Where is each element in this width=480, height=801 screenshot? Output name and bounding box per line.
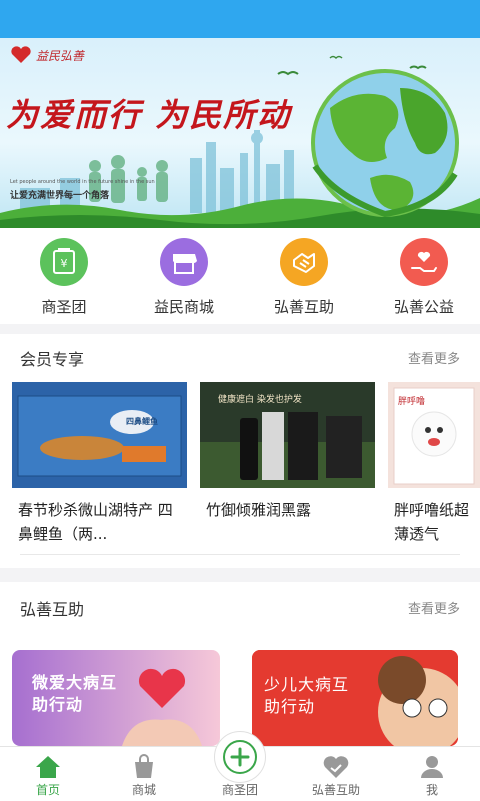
product-card[interactable]: 四鼻鲤鱼 春节秒杀微山湖特产 四鼻鲤鱼（两... xyxy=(12,382,187,546)
category-yimin-mall[interactable]: 益民商城 xyxy=(120,228,240,324)
divider xyxy=(20,554,460,555)
category-label: 弘善互助 xyxy=(273,298,334,316)
tab-hongshan-mutual[interactable]: 弘善互助 xyxy=(288,747,384,801)
mutual-card-children[interactable]: 少儿大病互助行动 xyxy=(252,650,458,746)
mutual-card-text: 少儿大病互助行动 xyxy=(264,675,350,716)
banner-subtitle-en: Let people around the world in the futur… xyxy=(10,179,155,185)
tab-label: 首页 xyxy=(35,783,60,797)
category-label: 弘善公益 xyxy=(393,298,454,316)
status-bar xyxy=(0,0,480,38)
tab-mall[interactable]: 商城 xyxy=(96,747,192,801)
plus-icon xyxy=(223,740,257,774)
mutual-section-title: 弘善互助 xyxy=(20,600,85,619)
heart-icon xyxy=(323,756,349,778)
tab-label: 我 xyxy=(425,783,438,797)
bottom-tab-bar: 首页 商城 商圣团 弘善互助 我 xyxy=(0,731,480,801)
home-icon xyxy=(36,756,60,778)
banner-slogan: 为爱而行 为民所动 xyxy=(6,96,292,134)
tab-label: 商圣团 xyxy=(221,783,258,797)
product-card[interactable]: 健康遮白 染发也护发 竹御倾雅润黑露 xyxy=(200,382,375,522)
category-hongshan-mutual[interactable]: 弘善互助 xyxy=(240,228,360,324)
member-view-more-link[interactable]: 查看更多 xyxy=(408,348,460,367)
product-image: 健康遮白 染发也护发 xyxy=(200,382,375,488)
banner-subtitle: 让爱充满世界每一个角落 xyxy=(10,191,110,201)
brand-logo: 益民弘善 xyxy=(10,46,84,64)
product-image: 四鼻鲤鱼 xyxy=(12,382,187,488)
handshake-icon xyxy=(280,238,328,286)
heart-hand-icon xyxy=(400,238,448,286)
product-name: 竹御倾雅润黑露 xyxy=(206,501,312,519)
promo-banner[interactable]: 益民弘善 为爱而行 为民所动 Let people around the wor… xyxy=(0,38,480,228)
product-name: 胖呼噜纸超薄透气 xyxy=(394,501,470,543)
center-plus-button[interactable] xyxy=(214,731,266,783)
heart-logo-icon xyxy=(11,46,31,63)
product-image-text: 健康遮白 染发也护发 xyxy=(218,395,302,405)
member-section-title: 会员专享 xyxy=(20,350,85,369)
category-hongshan-charity[interactable]: 弘善公益 xyxy=(360,228,480,324)
user-icon xyxy=(421,756,443,778)
product-name: 春节秒杀微山湖特产 四鼻鲤鱼（两... xyxy=(18,501,173,543)
mutual-view-more-link[interactable]: 查看更多 xyxy=(408,598,460,617)
category-row: ¥ 商圣团 益民商城 弘善互助 弘善公益 xyxy=(0,228,480,324)
tab-label: 弘善互助 xyxy=(311,783,360,797)
brand-logo-text: 益民弘善 xyxy=(36,48,85,63)
tab-home[interactable]: 首页 xyxy=(0,747,96,801)
product-card[interactable]: 胖呼噜 胖呼噜纸超薄透气 xyxy=(388,382,480,546)
svg-text:¥: ¥ xyxy=(61,257,68,270)
shopping-bag-icon xyxy=(135,754,153,778)
tab-me[interactable]: 我 xyxy=(384,747,480,801)
store-icon xyxy=(160,238,208,286)
category-label: 商圣团 xyxy=(41,298,87,316)
product-image-text: 四鼻鲤鱼 xyxy=(126,417,158,426)
mutual-card-text: 微爱大病互助行动 xyxy=(32,673,118,714)
money-bag-icon: ¥ xyxy=(40,238,88,286)
tab-label: 商城 xyxy=(131,783,156,797)
product-image-text: 胖呼噜 xyxy=(398,397,426,407)
category-shangshengtuan[interactable]: ¥ 商圣团 xyxy=(0,228,120,324)
tab-shangshengtuan[interactable]: 商圣团 xyxy=(192,731,288,801)
product-image: 胖呼噜 xyxy=(388,382,480,488)
mutual-card-adult[interactable]: 微爱大病互助行动 xyxy=(12,650,220,746)
category-label: 益民商城 xyxy=(153,298,214,316)
